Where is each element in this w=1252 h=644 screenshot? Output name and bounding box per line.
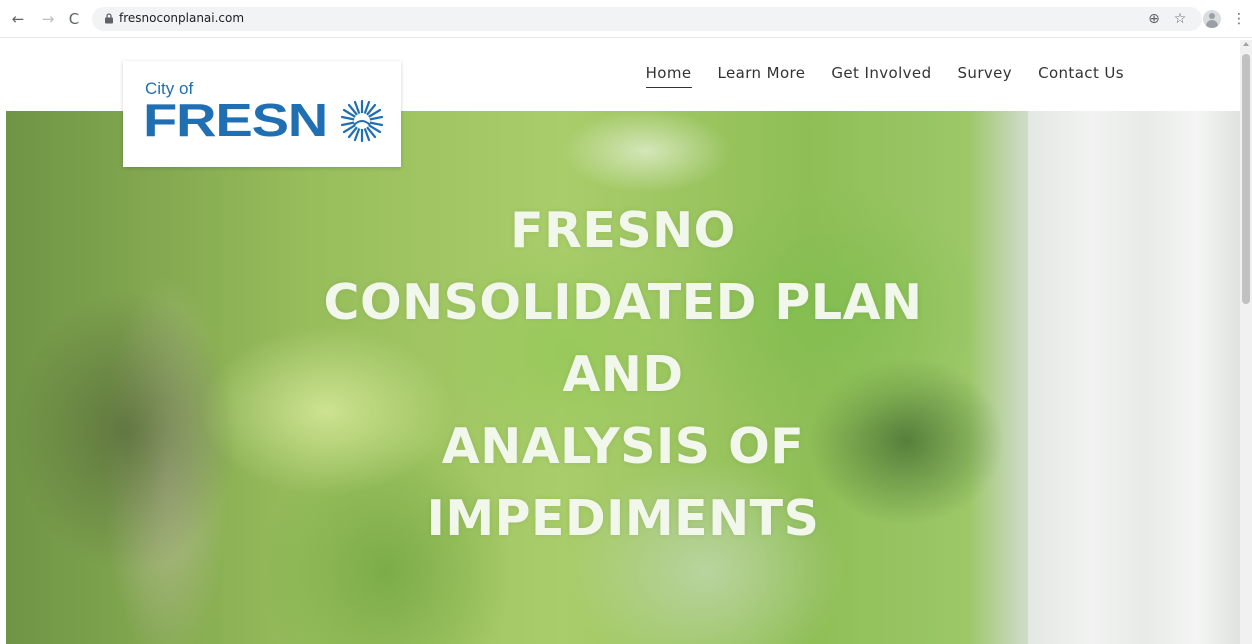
hero-title-line: AND (562, 346, 684, 403)
sun-rays-icon (340, 99, 384, 143)
hero-banner: FRESNO CONSOLIDATED PLAN AND ANALYSIS OF… (6, 111, 1240, 644)
url-text[interactable]: fresnoconplanai.com (119, 10, 244, 27)
nav-link-contact-us[interactable]: Contact Us (1038, 64, 1124, 88)
kebab-menu-icon[interactable]: ⋮ (1229, 9, 1249, 29)
bookmark-star-icon[interactable]: ☆ (1170, 9, 1190, 29)
hero-title: FRESNO CONSOLIDATED PLAN AND ANALYSIS OF… (6, 195, 1240, 555)
profile-avatar-icon[interactable] (1203, 10, 1221, 28)
city-of-fresno-logo[interactable]: City of FRESN (123, 61, 401, 167)
lock-icon (105, 13, 113, 24)
nav-link-home[interactable]: Home (645, 64, 692, 88)
hero-title-line: ANALYSIS OF (441, 418, 805, 475)
main-navigation: Home Learn More Get Involved Survey Cont… (645, 64, 1124, 88)
hero-title-line: IMPEDIMENTS (426, 490, 820, 547)
scroll-thumb[interactable] (1242, 54, 1250, 304)
nav-link-learn-more[interactable]: Learn More (718, 64, 806, 88)
address-bar[interactable] (92, 7, 1202, 31)
scroll-up-arrow-icon[interactable] (1243, 42, 1249, 46)
hero-title-line: FRESNO (510, 202, 736, 259)
back-arrow-icon[interactable]: ← (9, 10, 27, 28)
forward-arrow-icon[interactable]: → (39, 10, 57, 28)
add-circle-icon[interactable]: ⊕ (1144, 9, 1164, 29)
nav-link-survey[interactable]: Survey (958, 64, 1013, 88)
nav-link-get-involved[interactable]: Get Involved (831, 64, 931, 88)
browser-toolbar: ← → C fresnoconplanai.com ⊕ ☆ ⋮ (0, 0, 1252, 38)
reload-icon[interactable]: C (65, 10, 83, 28)
web-page: FRESNO CONSOLIDATED PLAN AND ANALYSIS OF… (6, 40, 1240, 644)
hero-title-line: CONSOLIDATED PLAN (323, 274, 923, 331)
logo-fresno-wordmark: FRESN (143, 94, 328, 146)
page-scrollbar[interactable] (1240, 40, 1252, 644)
